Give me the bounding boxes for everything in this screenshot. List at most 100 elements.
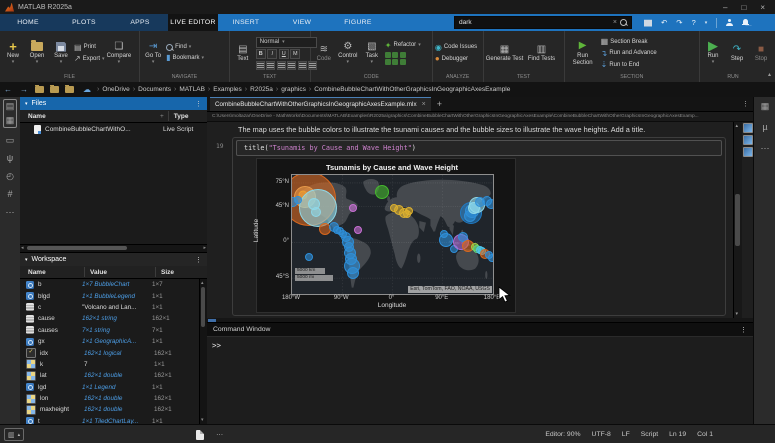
- column-size[interactable]: Size: [156, 269, 174, 276]
- files-icon[interactable]: ▤: [6, 101, 15, 112]
- column-value[interactable]: Value: [85, 269, 155, 276]
- data-bubble[interactable]: [405, 207, 413, 215]
- data-bubble[interactable]: [486, 199, 494, 209]
- command-window-header[interactable]: Command Window ⋮: [207, 322, 753, 337]
- notifications-icon[interactable]: [742, 19, 749, 26]
- bold-button[interactable]: B: [256, 49, 266, 59]
- goto-button[interactable]: ⇥Go To▾: [142, 40, 164, 66]
- more-status-icon[interactable]: ⋯: [216, 431, 224, 439]
- align-left-icon[interactable]: [277, 61, 286, 70]
- generate-test-button[interactable]: ▦Generate Test: [486, 43, 524, 63]
- table-row[interactable]: lon162×1 double162×1: [20, 393, 207, 404]
- forward-icon[interactable]: →: [16, 85, 32, 94]
- numbered-list-icon[interactable]: [266, 61, 275, 70]
- collapse-workspace-icon[interactable]: ▾: [25, 257, 28, 263]
- column-name[interactable]: Name: [20, 113, 160, 120]
- editor-menu-icon[interactable]: ⋮: [742, 100, 753, 108]
- files-menu-icon[interactable]: ⋮: [195, 100, 202, 108]
- table-row[interactable]: cause162×1 string162×1: [20, 313, 207, 324]
- scrollbar-thumb[interactable]: [27, 246, 127, 250]
- community-icon[interactable]: #: [7, 189, 12, 200]
- code-issues-button[interactable]: ◉Code Issues: [435, 43, 477, 52]
- scroll-up-icon[interactable]: ▴: [736, 123, 739, 129]
- align-center-icon[interactable]: [287, 61, 296, 70]
- italic-button[interactable]: I: [267, 49, 277, 59]
- files-horizontal-scrollbar[interactable]: ◂ ▸: [20, 244, 207, 252]
- output-thumbnail-icon[interactable]: [743, 147, 753, 157]
- tab-plots[interactable]: PLOTS: [56, 14, 112, 31]
- editor-tab[interactable]: CombineBubbleChartWithOtherGraphicsInGeo…: [210, 97, 431, 111]
- table-row[interactable]: t1×1 TiledChartLay...1×1: [20, 416, 207, 424]
- document-status-icon[interactable]: [196, 430, 204, 440]
- table-row[interactable]: idx162×1 logical162×1: [20, 347, 207, 358]
- open-folder-icon[interactable]: [50, 86, 59, 93]
- table-row[interactable]: CombineBubbleChartWithO...Live Script: [20, 123, 207, 135]
- workspace-vertical-scrollbar[interactable]: ▴ ▾: [199, 279, 207, 424]
- find-tests-button[interactable]: ▥Find Tests: [526, 43, 558, 63]
- tab-figure[interactable]: FIGURE: [330, 14, 386, 31]
- up-folder-icon[interactable]: [65, 86, 74, 93]
- scrollbar-thumb[interactable]: [735, 194, 740, 246]
- collapse-ribbon-icon[interactable]: ▴: [766, 31, 775, 82]
- refactor-tools[interactable]: [385, 52, 421, 66]
- status-eol[interactable]: LF: [622, 431, 630, 438]
- help-icon[interactable]: ?: [692, 18, 696, 27]
- table-row[interactable]: b1×7 BubbleChart1×7: [20, 279, 207, 290]
- profiler-icon[interactable]: µ: [762, 122, 767, 133]
- save-button[interactable]: Save▾: [50, 40, 72, 66]
- geographic-axes[interactable]: 5000 km 5000 mi Esri, TomTom, FAO, NOAA,…: [291, 174, 494, 295]
- editor-horizontal-scrollbar[interactable]: [207, 318, 753, 322]
- code-line[interactable]: title("Tsunamis by Cause and Wave Height…: [236, 140, 722, 156]
- data-bubble[interactable]: [294, 196, 302, 204]
- column-type[interactable]: Type: [169, 113, 189, 120]
- breadcrumb-item[interactable]: Examples: [213, 86, 242, 93]
- workspace-panel-header[interactable]: ▾ Workspace ⋮: [20, 252, 207, 266]
- table-row[interactable]: causes7×1 string7×1: [20, 325, 207, 336]
- tab-home[interactable]: HOME: [0, 14, 56, 31]
- script-paragraph[interactable]: The map uses the bubble colors to illust…: [238, 125, 708, 134]
- open-button[interactable]: Open▾: [26, 40, 48, 66]
- breadcrumb-item[interactable]: R2025a: [250, 86, 273, 93]
- section-break-button[interactable]: ▦Section Break: [601, 37, 657, 46]
- account-icon[interactable]: [726, 19, 733, 26]
- help-caret-icon[interactable]: ▾: [705, 20, 708, 26]
- more-icon[interactable]: ⋯: [761, 143, 770, 154]
- clear-search-icon[interactable]: ×: [610, 19, 620, 26]
- task-button[interactable]: ▧Task▾: [361, 40, 383, 66]
- run-button[interactable]: ▶Run▾: [702, 40, 724, 66]
- workspace-menu-icon[interactable]: ⋮: [195, 256, 202, 264]
- scroll-up-icon[interactable]: ▴: [201, 280, 204, 286]
- editor-vertical-scrollbar[interactable]: ▴ ▾: [733, 122, 742, 318]
- tab-view[interactable]: VIEW: [274, 14, 330, 31]
- scrollbar-thumb[interactable]: [201, 287, 205, 327]
- scroll-left-icon[interactable]: ◂: [21, 245, 24, 252]
- table-row[interactable]: c"Volcano and Lan...1×1: [20, 302, 207, 313]
- tab-apps[interactable]: APPS: [112, 14, 168, 31]
- command-window-menu-icon[interactable]: ⋮: [740, 326, 747, 334]
- table-row[interactable]: lat162×1 double162×1: [20, 370, 207, 381]
- command-window[interactable]: >>: [207, 337, 753, 424]
- scroll-down-icon[interactable]: ▾: [736, 311, 739, 317]
- data-bubble[interactable]: [375, 185, 389, 199]
- output-thumbnail-icon[interactable]: [743, 123, 753, 133]
- column-name[interactable]: Name: [20, 269, 84, 276]
- align-right-icon[interactable]: [298, 61, 307, 70]
- breadcrumb-item[interactable]: graphics: [281, 86, 306, 93]
- table-row[interactable]: blgd1×1 BubbleLegend1×1: [20, 290, 207, 301]
- code-button[interactable]: ≋Code: [313, 43, 335, 63]
- doc-search-input[interactable]: dark ×: [454, 16, 632, 29]
- close-button[interactable]: ×: [760, 3, 765, 12]
- column-add-icon[interactable]: +: [160, 113, 164, 120]
- table-row[interactable]: lgd1×1 Legend1×1: [20, 382, 207, 393]
- data-bubble[interactable]: [488, 254, 494, 262]
- history-icon[interactable]: ◴: [6, 171, 14, 182]
- run-to-end-button[interactable]: ⇣Run to End: [601, 60, 657, 69]
- new-folder-icon[interactable]: [35, 86, 44, 93]
- data-bubble[interactable]: [440, 230, 448, 238]
- tab-insert[interactable]: INSERT: [218, 14, 274, 31]
- table-row[interactable]: k71×1: [20, 359, 207, 370]
- new-tab-button[interactable]: +: [437, 99, 442, 109]
- status-file-type[interactable]: Script: [641, 431, 658, 438]
- save-quick-icon[interactable]: [644, 19, 652, 27]
- outline-icon[interactable]: ▦: [761, 101, 770, 112]
